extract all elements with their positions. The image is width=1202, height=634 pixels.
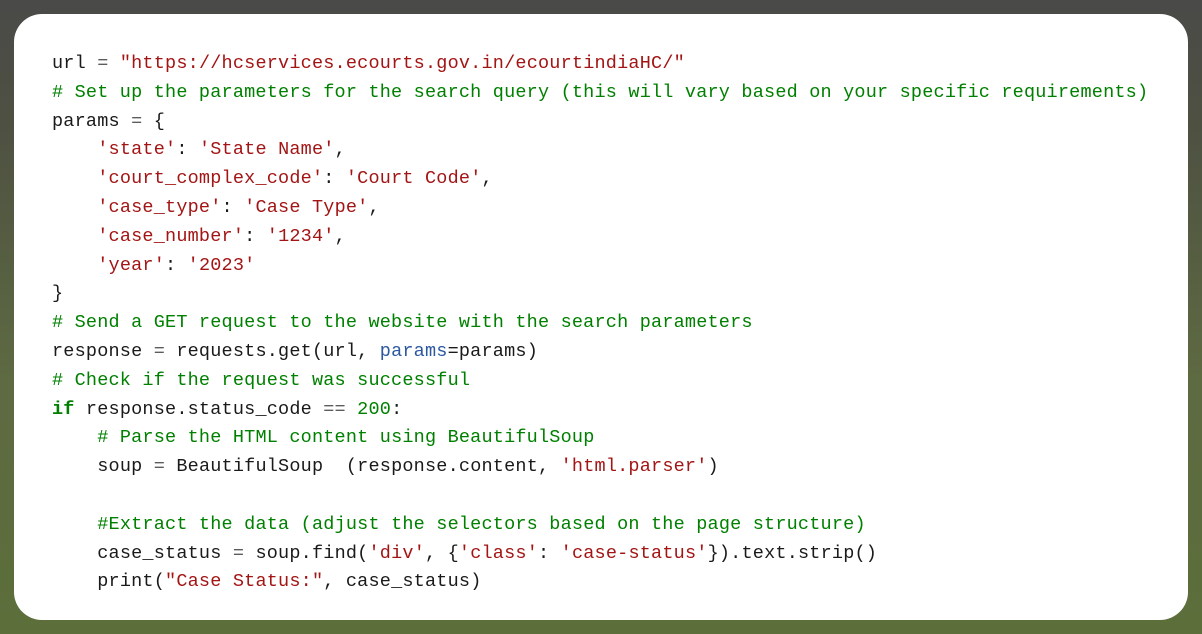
code-token: BeautifulSoup (response.content, <box>176 456 560 477</box>
code-token: '1234' <box>267 226 335 247</box>
code-keyword: if <box>52 399 75 420</box>
code-indent <box>52 168 97 189</box>
code-token: 'case_number' <box>97 226 244 247</box>
code-token: 200 <box>357 399 391 420</box>
code-token: 'class' <box>459 543 538 564</box>
code-token: response.status_code <box>75 399 324 420</box>
code-token: response <box>52 341 154 362</box>
code-token: 'state' <box>97 139 176 160</box>
code-indent <box>52 543 97 564</box>
code-token: , <box>482 168 493 189</box>
code-indent <box>52 514 97 535</box>
code-token: 'case_type' <box>97 197 221 218</box>
code-indent <box>52 427 97 448</box>
code-token: case_status <box>97 543 233 564</box>
code-token: 'year' <box>97 255 165 276</box>
code-token: : <box>222 197 245 218</box>
code-token: soup.find( <box>255 543 368 564</box>
code-token: : <box>244 226 267 247</box>
code-token: { <box>154 111 165 132</box>
code-token: = <box>154 456 177 477</box>
code-token: == <box>323 399 357 420</box>
code-token: : <box>176 139 199 160</box>
code-token: : <box>538 543 561 564</box>
code-token: 'Case Type' <box>244 197 368 218</box>
code-indent <box>52 197 97 218</box>
code-token: , <box>368 197 379 218</box>
code-comment: # Parse the HTML content using Beautiful… <box>97 427 594 448</box>
code-indent <box>52 139 97 160</box>
code-token: =params) <box>448 341 538 362</box>
code-token: 'court_complex_code' <box>97 168 323 189</box>
code-token: requests.get(url, <box>176 341 379 362</box>
code-token: , { <box>425 543 459 564</box>
code-token: : <box>165 255 188 276</box>
code-token: = <box>154 341 177 362</box>
code-token: = <box>131 111 154 132</box>
code-token: 'html.parser' <box>561 456 708 477</box>
code-token: , case_status) <box>323 571 481 592</box>
code-token: , <box>335 139 346 160</box>
code-token: url <box>52 53 97 74</box>
code-indent <box>52 571 97 592</box>
code-token: 'case-status' <box>561 543 708 564</box>
code-indent <box>52 255 97 276</box>
code-token: 'Court Code' <box>346 168 482 189</box>
code-token: } <box>52 283 63 304</box>
code-token: ) <box>708 456 719 477</box>
code-indent <box>52 226 97 247</box>
code-token: params <box>380 341 448 362</box>
code-token: soup <box>97 456 154 477</box>
code-token: params <box>52 111 131 132</box>
code-token: print( <box>97 571 165 592</box>
code-comment: # Set up the parameters for the search q… <box>52 82 1148 103</box>
code-comment: #Extract the data (adjust the selectors … <box>97 514 866 535</box>
code-token: "https://hcservices.ecourts.gov.in/ecour… <box>120 53 685 74</box>
code-block: url = "https://hcservices.ecourts.gov.in… <box>52 50 1150 597</box>
code-comment: # Check if the request was successful <box>52 370 470 391</box>
code-comment: # Send a GET request to the website with… <box>52 312 753 333</box>
code-token: : <box>391 399 402 420</box>
code-token: 'State Name' <box>199 139 335 160</box>
code-card: url = "https://hcservices.ecourts.gov.in… <box>14 14 1188 620</box>
code-token: }).text.strip() <box>708 543 878 564</box>
code-indent <box>52 456 97 477</box>
code-token: = <box>97 53 120 74</box>
code-token: 'div' <box>368 543 425 564</box>
code-token: "Case Status:" <box>165 571 323 592</box>
code-token: , <box>335 226 346 247</box>
code-token: = <box>233 543 256 564</box>
code-token: : <box>323 168 346 189</box>
code-token: '2023' <box>188 255 256 276</box>
